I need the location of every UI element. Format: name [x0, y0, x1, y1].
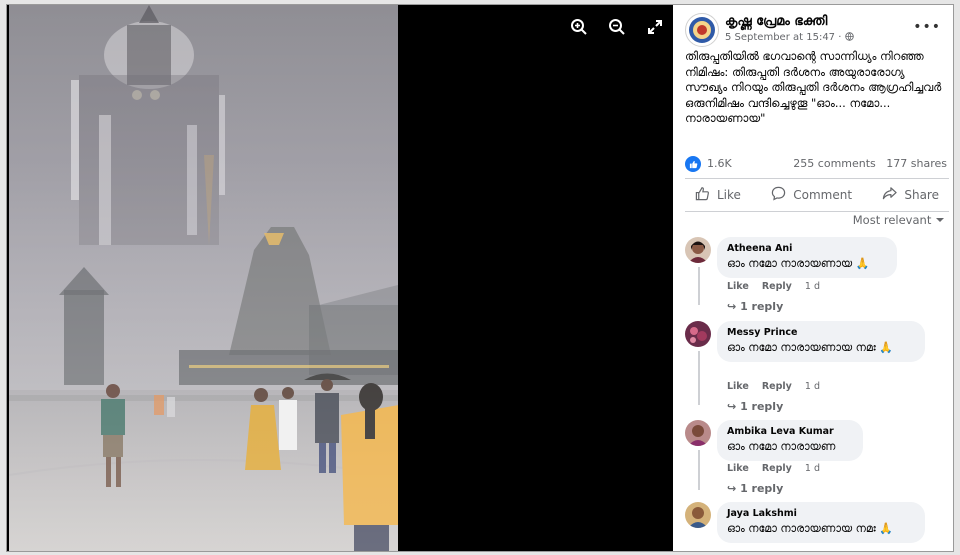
reply-arrow-icon: ↪	[727, 400, 737, 413]
comment-actions: Like Reply 1 d	[727, 463, 830, 474]
like-button[interactable]: Like	[685, 182, 751, 208]
comment-text: ഓം നമോ നാരായണായ നമഃ 🙏	[727, 522, 893, 535]
comment-time[interactable]: 1 d	[805, 281, 820, 292]
comment-bubble: Atheena Ani ഓം നമോ നാരായണായ 🙏	[717, 237, 897, 278]
comment-time[interactable]: 1 d	[805, 463, 820, 474]
commenter-name[interactable]: Atheena Ani	[727, 243, 887, 254]
divider	[685, 211, 949, 212]
share-button[interactable]: Share	[872, 182, 949, 208]
post-timestamp[interactable]: 5 September at 15:47 ·	[725, 32, 854, 43]
comment-button[interactable]: Comment	[761, 182, 862, 208]
comment-text: ഓം നമോ നാരായണായ നമഃ 🙏	[727, 341, 893, 354]
comment-bubble: Ambika Leva Kumar ഓം നമോ നാരായണ	[717, 420, 863, 461]
post-actions: Like Comment Share	[685, 182, 949, 208]
thread-line	[698, 450, 700, 490]
globe-icon	[844, 32, 854, 43]
photo-viewer: കൃഷ്ണ പ്രേമം ഭക്തി 5 September at 15:47 …	[6, 4, 954, 552]
comment-text: ഓം നമോ നാരായണ	[727, 440, 836, 453]
share-label: Share	[904, 188, 939, 202]
thread-line	[698, 267, 700, 305]
comment-actions: Like Reply 1 d	[727, 281, 830, 292]
shares-count[interactable]: 177 shares	[886, 157, 947, 170]
reply-arrow-icon: ↪	[727, 300, 737, 313]
commenter-name[interactable]: Messy Prince	[727, 327, 915, 338]
replies-count: 1 reply	[740, 482, 784, 495]
like-reaction-icon[interactable]	[685, 156, 701, 172]
comments-count[interactable]: 255 comments	[793, 157, 875, 170]
post-side-panel: കൃഷ്ണ പ്രേമം ഭക്തി 5 September at 15:47 …	[673, 5, 953, 551]
comment-time[interactable]: 1 d	[805, 381, 820, 392]
replies-count: 1 reply	[740, 300, 784, 313]
like-label: Like	[717, 188, 741, 202]
avatar[interactable]	[685, 502, 711, 528]
zoom-out-icon[interactable]	[607, 17, 627, 37]
share-arrow-icon	[882, 186, 898, 204]
comment-actions: Like Reply 1 d	[727, 381, 830, 392]
view-replies-link[interactable]: ↪ 1 reply	[727, 400, 783, 413]
more-options-icon[interactable]: •••	[913, 19, 941, 35]
comment-item: Atheena Ani ഓം നമോ നാരായണായ 🙏 Like Reply…	[685, 237, 949, 317]
sort-label: Most relevant	[852, 213, 932, 227]
comment-like-button[interactable]: Like	[727, 281, 749, 292]
comment-bubble: Jaya Lakshmi ഓം നമോ നാരായണായ നമഃ 🙏	[717, 502, 925, 543]
comment-reply-button[interactable]: Reply	[762, 381, 792, 392]
comment-reply-button[interactable]: Reply	[762, 463, 792, 474]
comment-bubble-icon	[771, 186, 786, 204]
view-replies-link[interactable]: ↪ 1 reply	[727, 482, 783, 495]
post-stats: 255 comments 177 shares	[793, 157, 947, 170]
comment-like-button[interactable]: Like	[727, 381, 749, 392]
comment-item: Messy Prince ഓം നമോ നാരായണായ നമഃ 🙏 Like …	[685, 321, 949, 417]
thread-line	[698, 351, 700, 405]
viewer-toolbar	[569, 17, 665, 37]
avatar[interactable]	[685, 237, 711, 263]
view-replies-link[interactable]: ↪ 1 reply	[727, 300, 783, 313]
comment-bubble: Messy Prince ഓം നമോ നാരായണായ നമഃ 🙏	[717, 321, 925, 362]
temple-photo-illustration	[9, 5, 398, 551]
commenter-name[interactable]: Jaya Lakshmi	[727, 508, 915, 519]
post-photo[interactable]	[9, 5, 398, 551]
page-name[interactable]: കൃഷ്ണ പ്രേമം ഭക്തി	[725, 14, 827, 29]
page-avatar[interactable]	[685, 13, 719, 47]
comment-reply-button[interactable]: Reply	[762, 281, 792, 292]
reaction-summary: 1.6K 255 comments 177 shares	[685, 155, 947, 173]
comment-item: Ambika Leva Kumar ഓം നമോ നാരായണ Like Rep…	[685, 420, 949, 502]
comment-like-button[interactable]: Like	[727, 463, 749, 474]
replies-count: 1 reply	[740, 400, 784, 413]
comment-sort-dropdown[interactable]: Most relevant	[853, 213, 945, 227]
comment-text: ഓം നമോ നാരായണായ 🙏	[727, 257, 870, 270]
commenter-name[interactable]: Ambika Leva Kumar	[727, 426, 853, 437]
avatar[interactable]	[685, 420, 711, 446]
post-caption: തിരുപ്പതിയിൽ ഭഗവാന്റെ സാന്നിധ്യം നിറഞ്ഞ …	[685, 49, 942, 125]
caret-down-icon	[935, 213, 945, 227]
timestamp-text[interactable]: 5 September at 15:47 ·	[725, 32, 841, 43]
divider	[685, 178, 949, 179]
reply-arrow-icon: ↪	[727, 482, 737, 495]
comment-label: Comment	[793, 188, 853, 202]
post-header: കൃഷ്ണ പ്രേമം ഭക്തി 5 September at 15:47 …	[685, 13, 945, 49]
comment-item: Jaya Lakshmi ഓം നമോ നാരായണായ നമഃ 🙏	[685, 502, 949, 551]
reaction-count[interactable]: 1.6K	[707, 157, 732, 170]
thumbs-up-icon	[695, 186, 710, 204]
expand-icon[interactable]	[645, 17, 665, 37]
avatar[interactable]	[685, 321, 711, 347]
zoom-in-icon[interactable]	[569, 17, 589, 37]
